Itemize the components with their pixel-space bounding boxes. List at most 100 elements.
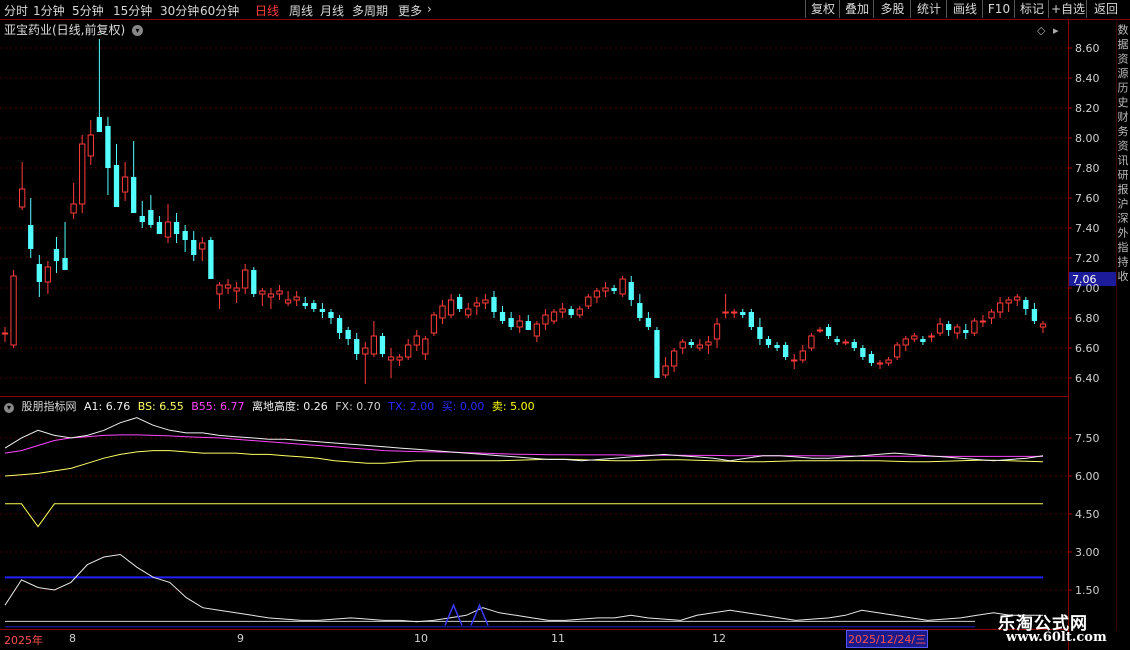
price-tick-label: 7.00 [1075,282,1100,295]
candle-body-up [465,308,472,316]
candle-body-up [585,296,592,307]
candle-body-up [928,335,935,338]
settings-icon[interactable]: ▾ [4,403,14,413]
candle-body-up [473,302,480,307]
indicator-tick-label: 1.50 [1075,584,1100,597]
expand-arrow-icon: ▸ [1053,24,1059,37]
indicator-tick-label: 6.00 [1075,470,1100,483]
selected-date: 2025/12/24/三 [846,630,929,648]
candle-body-down [53,249,60,261]
candle-body-down [568,309,574,315]
candle-body-up [842,341,849,344]
candle-body-down [851,342,857,348]
candle-body-down [328,312,334,318]
candle-body-up [199,242,206,250]
candle-body-down [508,318,514,327]
indicator-title[interactable]: ▾ 股朋指标网 A1: 6.76 BS: 6.55 B55: 6.77 离地高度… [4,398,539,414]
price-tick-label: 6.40 [1075,372,1100,385]
candle-body-up [542,314,549,325]
candle-body-up [619,278,626,295]
candle-body-down [1031,309,1038,321]
candle-body-down [302,303,308,306]
candle-body-up [1014,296,1021,301]
candle-body-up [791,359,798,362]
price-tick-label: 8.00 [1075,132,1100,145]
bs-value: BS: 6.55 [137,400,184,413]
candle-body-down [105,126,111,168]
candle-body-down [96,117,103,132]
candle-body-up [79,143,86,205]
candle-body-up [439,305,446,319]
candle-body-up [259,290,266,295]
candle-body-up [44,266,52,283]
candle-body-up [396,356,403,361]
candle-body-up [413,335,420,346]
candle-body-down [860,348,866,357]
candle-body-up [370,335,378,355]
candle-body-up [242,269,249,289]
x-label-sep: 9 [237,632,244,645]
candle-body-down [139,216,145,222]
price-tick-label: 7.40 [1075,222,1100,235]
candle-body-down [62,258,68,270]
candle-body-up [979,320,987,323]
candle-body-up [696,344,704,349]
candle-body-down [131,177,137,213]
candle-body-up [936,323,944,334]
candle-body-up [550,311,558,322]
candle-body-up [1039,323,1047,328]
candle-body-down [637,303,643,318]
candle-body-down [920,339,926,342]
candle-body-down [825,327,832,336]
x-label-dec: 12 [712,632,726,645]
x-label-aug: 8 [69,632,76,645]
x-label-nov: 11 [551,632,565,645]
candle-body-up [362,347,369,355]
indicator-name: 股朋指标网 [21,400,77,413]
stock-title[interactable]: 亚宝药业(日线,前复权) ▾ [4,21,144,38]
candle-body-up [713,323,721,340]
candle-body-down [525,321,531,330]
candle-body-down [379,336,386,354]
candle-body-up [971,320,978,334]
candle-body-down [611,288,617,291]
price-tick-label: 8.20 [1075,102,1100,115]
candle-body-down [945,324,952,330]
candle-body-up [731,311,738,314]
candle-body-up [284,299,292,304]
buy-value: 买: 0.00 [441,400,485,413]
candle-body-up [533,323,541,337]
candle-body-up [662,365,669,376]
candle-body-up [87,134,94,157]
candle-body-up [387,356,395,361]
candle-body-down [345,330,351,339]
candle-body-down [499,312,506,321]
candle-body-up [1,332,9,335]
candle-body-up [224,284,232,289]
height-line [4,553,1043,623]
candle-body-up [894,344,901,358]
candle-body-up [121,176,129,193]
candle-body-up [705,341,712,346]
price-tick-label: 7.80 [1075,162,1100,175]
x-label-year: 2025年 [4,634,43,647]
candle-body-up [482,299,489,304]
candle-body-up [876,362,884,365]
fx-line [5,503,1043,528]
side-panel-tabs[interactable]: 数 据 资 源 历 史 财 务 资 讯 研 报 沪 深 外 指 持 收 [1116,24,1130,281]
fx-value: FX: 0.70 [335,400,381,413]
candlestick-chart[interactable]: 8.608.408.208.007.807.607.407.207.067.00… [0,0,1130,650]
candle-body-down [173,222,180,234]
candle-body-up [293,296,300,301]
candle-body-down [963,330,969,333]
candle-body-down [782,345,789,357]
chevron-down-icon[interactable]: ▾ [132,25,144,36]
candle-body-up [808,335,815,349]
candle-body-up [164,221,172,238]
candle-body-down [765,339,772,345]
candle-body-down [654,330,660,378]
candle-body-up [216,284,223,295]
price-tick-label: 8.40 [1075,72,1100,85]
indicator-tick-label: 7.50 [1075,432,1100,445]
price-tick-label: 7.20 [1075,252,1100,265]
